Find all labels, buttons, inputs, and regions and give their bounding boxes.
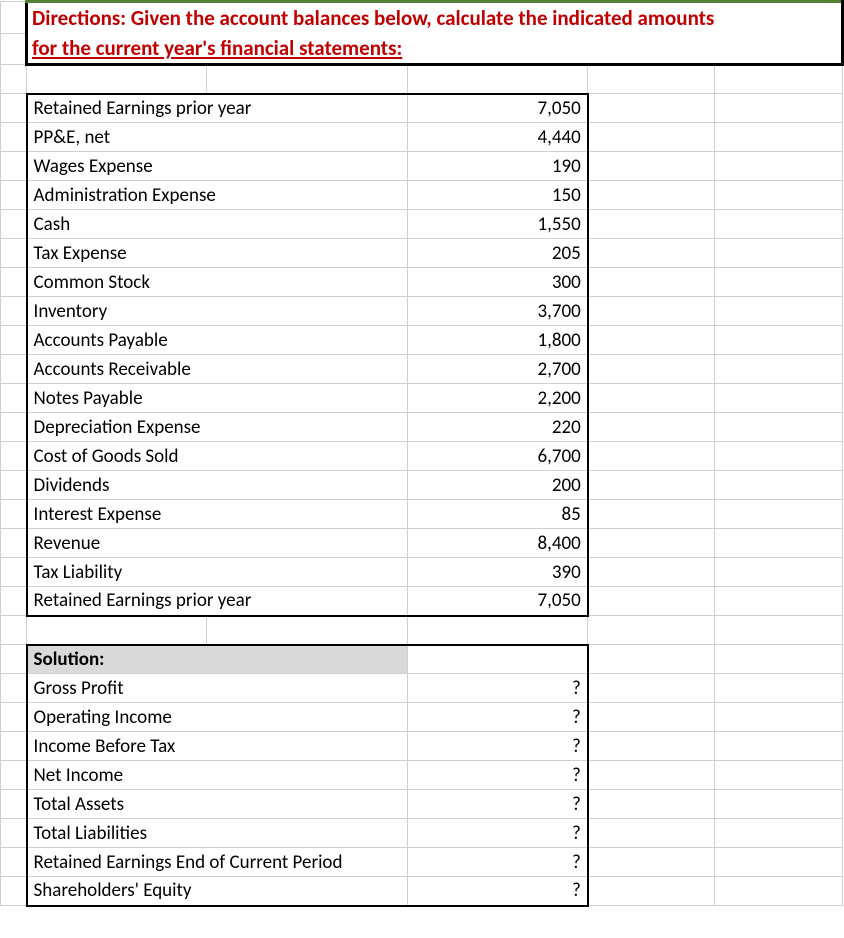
solution-label: Total Assets: [27, 790, 408, 819]
account-label: Accounts Receivable: [27, 355, 408, 384]
solution-label: Operating Income: [27, 703, 408, 732]
gutter-cell: [1, 239, 27, 268]
solution-label: Total Liabilities: [27, 819, 408, 848]
gutter-cell: [1, 297, 27, 326]
gutter-cell: [1, 645, 27, 674]
account-label: Common Stock: [27, 268, 408, 297]
gutter-cell: [1, 703, 27, 732]
gutter-cell: [1, 500, 27, 529]
gutter-cell: [1, 616, 27, 645]
solution-value[interactable]: ?: [407, 703, 587, 732]
gutter-cell: [1, 877, 27, 906]
account-label: Inventory: [27, 297, 408, 326]
account-value[interactable]: 7,050: [407, 587, 587, 616]
account-value[interactable]: 200: [407, 471, 587, 500]
account-label: Depreciation Expense: [27, 413, 408, 442]
gutter-cell: [1, 65, 27, 94]
account-label: Tax Liability: [27, 558, 408, 587]
account-label: Tax Expense: [27, 239, 408, 268]
gutter-cell: [1, 326, 27, 355]
gutter-cell: [1, 674, 27, 703]
gutter-cell: [1, 33, 27, 65]
account-value[interactable]: 150: [407, 181, 587, 210]
solution-value[interactable]: ?: [407, 877, 587, 906]
account-label: Cost of Goods Sold: [27, 442, 408, 471]
gutter-cell: [1, 94, 27, 123]
account-value[interactable]: 4,440: [407, 123, 587, 152]
solution-value[interactable]: ?: [407, 790, 587, 819]
gutter-cell: [1, 587, 27, 616]
gutter-cell: [1, 848, 27, 877]
account-value[interactable]: 1,800: [407, 326, 587, 355]
gutter-cell: [1, 355, 27, 384]
account-value[interactable]: 1,550: [407, 210, 587, 239]
account-label: Retained Earnings prior year: [27, 587, 408, 616]
gutter-cell: [1, 761, 27, 790]
gutter-cell: [1, 210, 27, 239]
account-label: Cash: [27, 210, 408, 239]
account-label: Notes Payable: [27, 384, 408, 413]
solution-label: Retained Earnings End of Current Period: [27, 848, 408, 877]
solution-value[interactable]: ?: [407, 848, 587, 877]
gutter-cell: [1, 442, 27, 471]
account-label: Revenue: [27, 529, 408, 558]
solution-value[interactable]: ?: [407, 732, 587, 761]
spreadsheet: Directions: Given the account balances b…: [0, 0, 844, 907]
gutter-cell: [1, 529, 27, 558]
account-value[interactable]: 7,050: [407, 94, 587, 123]
solution-value[interactable]: ?: [407, 819, 587, 848]
gutter-cell: [1, 413, 27, 442]
account-value[interactable]: 6,700: [407, 442, 587, 471]
directions-line-1: Directions: Given the account balances b…: [27, 2, 843, 34]
solution-label: Income Before Tax: [27, 732, 408, 761]
account-value[interactable]: 220: [407, 413, 587, 442]
solution-value[interactable]: ?: [407, 674, 587, 703]
account-value[interactable]: 205: [407, 239, 587, 268]
account-label: Administration Expense: [27, 181, 408, 210]
gutter-cell: [1, 732, 27, 761]
solution-label: Net Income: [27, 761, 408, 790]
account-label: Retained Earnings prior year: [27, 94, 408, 123]
solution-label: Gross Profit: [27, 674, 408, 703]
account-label: Accounts Payable: [27, 326, 408, 355]
gutter-cell: [1, 819, 27, 848]
gutter-cell: [1, 790, 27, 819]
account-value[interactable]: 300: [407, 268, 587, 297]
account-label: PP&E, net: [27, 123, 408, 152]
gutter-cell: [1, 384, 27, 413]
gutter-cell: [1, 152, 27, 181]
gutter-cell: [1, 2, 27, 34]
account-label: Dividends: [27, 471, 408, 500]
account-value[interactable]: 2,200: [407, 384, 587, 413]
account-value[interactable]: 190: [407, 152, 587, 181]
gutter-cell: [1, 123, 27, 152]
account-label: Interest Expense: [27, 500, 408, 529]
gutter-cell: [1, 268, 27, 297]
solution-header: Solution:: [27, 645, 408, 674]
account-value[interactable]: 85: [407, 500, 587, 529]
account-label: Wages Expense: [27, 152, 408, 181]
solution-value[interactable]: ?: [407, 761, 587, 790]
gutter-cell: [1, 471, 27, 500]
gutter-cell: [1, 558, 27, 587]
account-value[interactable]: 390: [407, 558, 587, 587]
account-value[interactable]: 2,700: [407, 355, 587, 384]
directions-line-2: for the current year's financial stateme…: [27, 33, 843, 65]
account-value[interactable]: 8,400: [407, 529, 587, 558]
solution-label: Shareholders' Equity: [27, 877, 408, 906]
gutter-cell: [1, 181, 27, 210]
account-value[interactable]: 3,700: [407, 297, 587, 326]
